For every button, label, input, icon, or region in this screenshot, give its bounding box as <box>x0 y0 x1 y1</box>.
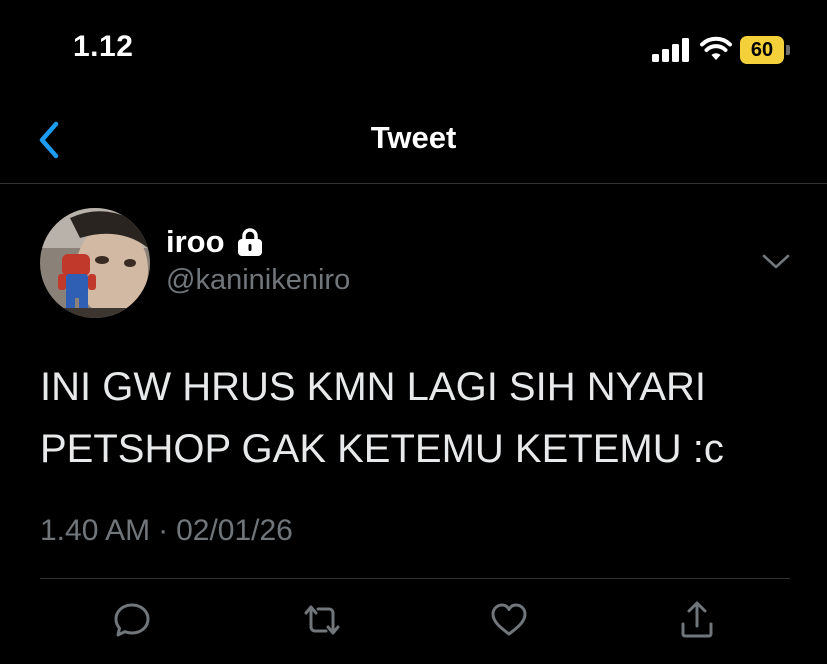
share-icon <box>681 601 713 638</box>
retweet-icon <box>304 605 340 635</box>
lock-icon <box>237 228 262 256</box>
like-icon <box>491 603 527 636</box>
battery-cap <box>786 45 790 55</box>
page-title: Tweet <box>370 120 457 155</box>
tweet-date[interactable]: 02/01/26 <box>176 514 293 548</box>
reply-button[interactable] <box>110 598 154 642</box>
status-time: 1.12 <box>73 30 134 63</box>
wifi-icon <box>700 36 732 60</box>
cellular-signal-icon <box>652 38 689 62</box>
status-bar: 1.12 60 <box>0 0 827 100</box>
author-username[interactable]: @kaninikeniro <box>166 264 350 297</box>
author-name-row: iroo <box>166 224 263 260</box>
tweet-text-line: INI GW HRUS KMN LAGI SIH NYARI <box>40 365 706 409</box>
actions-divider <box>40 578 790 579</box>
avatar-image <box>40 208 150 318</box>
tweet-text-line: PETSHOP GAK KETEMU KETEMU :c <box>40 427 724 471</box>
more-options-button[interactable] <box>758 248 794 276</box>
battery-level: 60 <box>740 36 784 64</box>
author-display-name[interactable]: iroo <box>166 224 225 260</box>
like-button[interactable] <box>487 598 531 642</box>
reply-icon <box>114 603 150 637</box>
chevron-down-icon <box>762 254 790 269</box>
header-divider <box>0 183 827 184</box>
retweet-button[interactable] <box>300 598 344 642</box>
share-button[interactable] <box>675 598 719 642</box>
tweet-text: INI GW HRUS KMN LAGI SIH NYARI PETSHOP G… <box>40 356 800 480</box>
timestamp-separator: · <box>158 514 169 547</box>
battery-indicator: 60 <box>740 36 792 64</box>
tweet-timestamp: 1.40 AM · 02/01/26 <box>40 514 293 548</box>
tweet-time[interactable]: 1.40 AM <box>40 514 150 548</box>
avatar[interactable] <box>40 208 150 318</box>
nav-header: Tweet <box>0 100 827 184</box>
